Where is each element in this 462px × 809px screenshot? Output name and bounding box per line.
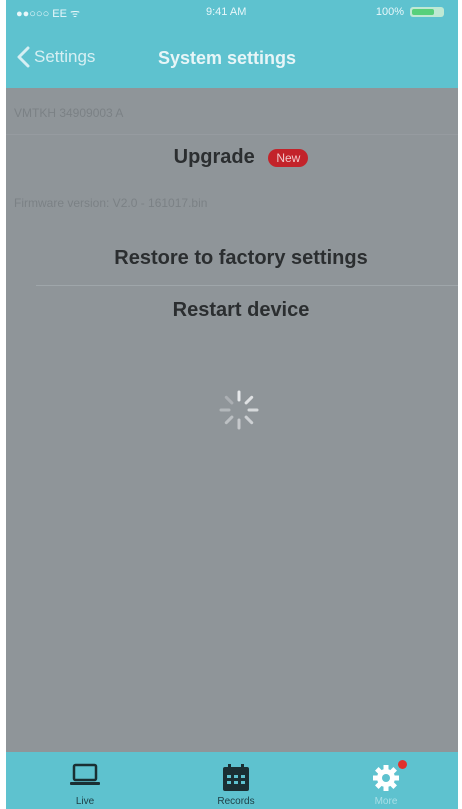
top-bar: ●●○○○ EE ᯤ 9:41 AM 100% Settings System …	[6, 0, 458, 88]
restore-factory-settings-option[interactable]: Restore to factory settings	[24, 247, 458, 270]
laptop-icon	[70, 763, 100, 785]
notification-dot	[398, 760, 407, 769]
gear-icon	[373, 765, 399, 791]
battery-percentage: 100%	[375, 6, 404, 18]
back-label: Settings	[34, 47, 96, 66]
status-time: 9:41 AM	[206, 6, 247, 18]
row-divider	[6, 134, 458, 135]
tab-records-label: Records	[217, 796, 255, 807]
carrier-signal: ●●○○○ EE ᯤ	[16, 8, 81, 20]
navigation-bar: Settings System settings	[6, 38, 458, 82]
battery-icon	[410, 7, 444, 17]
tab-more[interactable]: More	[331, 752, 441, 809]
chevron-left-icon	[17, 46, 30, 68]
tab-live-label: Live	[75, 796, 95, 807]
app-screen: ●●○○○ EE ᯤ 9:41 AM 100% Settings System …	[6, 0, 458, 809]
upgrade-label: Upgrade	[173, 146, 255, 168]
calendar-icon	[223, 764, 249, 791]
new-badge: New	[268, 148, 309, 167]
firmware-version-row: Firmware version: V2.0 - 161017.bin	[14, 196, 208, 210]
menu-divider	[36, 285, 458, 286]
loading-spinner-icon	[219, 390, 259, 430]
restart-label: Restart device	[172, 299, 310, 321]
device-model-row: VMTKH 34909003 A	[14, 106, 124, 120]
back-button[interactable]: Settings	[16, 46, 95, 68]
tab-bar: Live Records More	[6, 752, 458, 809]
page-title: System settings	[158, 48, 297, 68]
restart-device-option[interactable]: Restart device	[24, 299, 458, 322]
tab-records[interactable]: Records	[181, 752, 291, 809]
tab-more-label: More	[374, 796, 398, 807]
status-bar: ●●○○○ EE ᯤ 9:41 AM 100%	[6, 0, 458, 22]
status-right: 100%	[376, 6, 444, 18]
restore-label: Restore to factory settings	[114, 247, 368, 269]
tab-live[interactable]: Live	[30, 752, 140, 809]
upgrade-option[interactable]: Upgrade New	[24, 146, 458, 169]
